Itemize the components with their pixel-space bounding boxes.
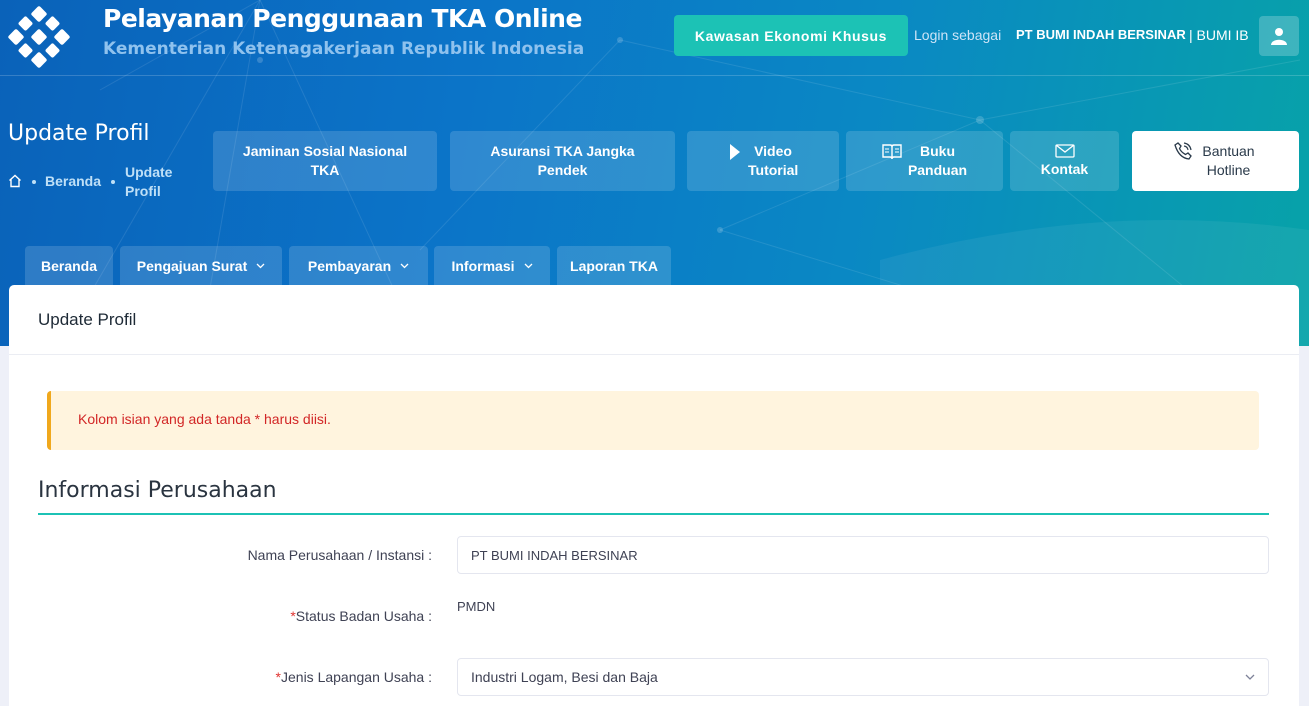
breadcrumb-beranda[interactable]: Beranda [45,173,101,189]
kemnaker-logo-icon[interactable] [8,6,70,68]
quick-link-label: Buku Panduan [907,143,968,178]
status-badan-usaha-value: PMDN [457,599,496,614]
chevron-down-icon [400,263,409,269]
nav-informasi[interactable]: Informasi [434,246,550,286]
jenis-label-text: Jenis Lapangan Usaha : [281,669,432,685]
nav-label: Laporan TKA [570,258,658,274]
nama-perusahaan-input[interactable] [457,536,1269,574]
quick-link-label: Asuransi TKA Jangka Pendek [490,143,635,178]
required-fields-alert: Kolom isian yang ada tanda * harus diisi… [47,391,1259,450]
quick-link-jamsos[interactable]: Jaminan Sosial Nasional TKA [213,131,437,191]
nav-laporan-tka[interactable]: Laporan TKA [557,246,671,286]
quick-link-label: Kontak [1040,160,1089,177]
card-title: Update Profil [38,310,137,329]
breadcrumb-separator [32,180,36,184]
chevron-down-icon [524,263,532,269]
quick-link-kontak[interactable]: Kontak [1010,131,1119,191]
card-divider [9,354,1299,355]
jenis-lapangan-usaha-label: *Jenis Lapangan Usaha : [9,669,432,685]
chevron-down-icon [256,263,265,269]
book-icon [881,144,902,160]
app-subtitle: Kementerian Ketenagakerjaan Republik Ind… [103,39,585,59]
nama-perusahaan-label: Nama Perusahaan / Instansi : [247,547,432,563]
nav-label: Pembayaran [307,258,392,274]
jenis-lapangan-usaha-value: Industri Logam, Besi dan Baja [471,669,658,685]
login-user: | BUMI IB [1189,27,1249,43]
nav-pengajuan-surat[interactable]: Pengajuan Surat [120,246,282,286]
quick-link-label: Video Tutorial [748,143,799,178]
kek-button[interactable]: Kawasan Ekonomi Khusus [674,15,908,56]
avatar[interactable] [1259,16,1299,56]
nav-beranda[interactable]: Beranda [25,246,113,286]
nav-label: Beranda [40,258,98,274]
user-icon [1271,28,1287,45]
play-icon [730,144,740,160]
jenis-lapangan-usaha-select[interactable]: Industri Logam, Besi dan Baja [457,658,1269,696]
chevron-down-icon [1245,674,1255,680]
home-icon[interactable] [8,174,22,188]
nav-label: Informasi [451,258,515,274]
phone-icon [1173,142,1192,160]
nav-label: Pengajuan Surat [136,258,248,274]
quick-link-hotline[interactable]: Bantuan Hotline [1132,131,1299,191]
breadcrumb-separator [111,180,115,184]
section-title: Informasi Perusahaan [38,478,277,503]
top-bar: Pelayanan Penggunaan TKA Online Kementer… [0,0,1309,76]
app-title: Pelayanan Penggunaan TKA Online [103,4,582,33]
quick-link-label: Jaminan Sosial Nasional TKA [242,143,408,178]
quick-link-buku[interactable]: Buku Panduan [846,131,1003,191]
section-underline [38,513,1269,515]
mail-icon [1054,143,1075,158]
quick-link-video[interactable]: Video Tutorial [687,131,839,191]
nav-pembayaran[interactable]: Pembayaran [289,246,428,286]
quick-link-label: Bantuan Hotline [1202,143,1255,178]
page-title: Update Profil [8,121,150,146]
login-company: PT BUMI INDAH BERSINAR [1016,27,1186,42]
breadcrumb-current: Update Profil [125,164,173,199]
status-badan-usaha-label: *Status Badan Usaha : [9,608,432,624]
status-label-text: Status Badan Usaha : [295,608,432,624]
update-profile-card: Update Profil Kolom isian yang ada tanda… [9,285,1299,706]
quick-link-asuransi[interactable]: Asuransi TKA Jangka Pendek [450,131,675,191]
login-label: Login sebagai [914,27,1002,43]
